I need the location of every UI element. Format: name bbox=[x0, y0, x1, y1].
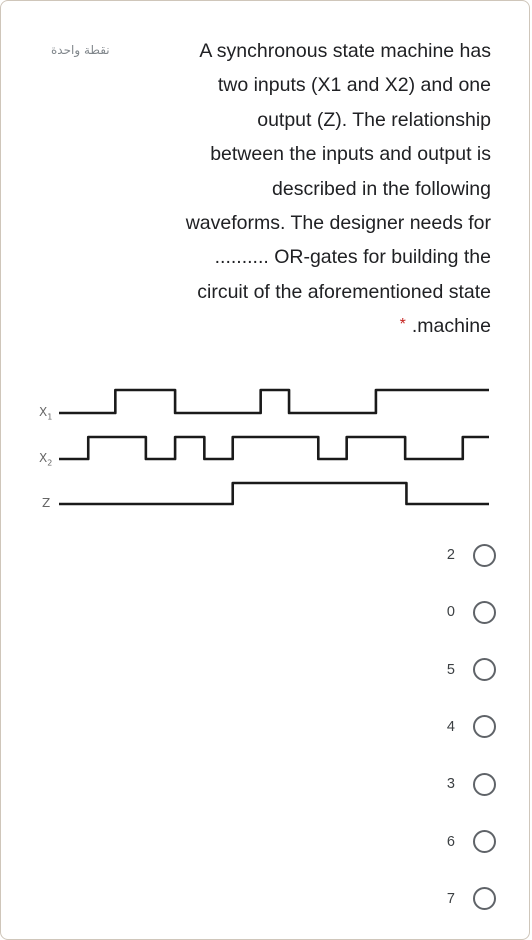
question-line: circuit of the aforementioned state bbox=[197, 280, 491, 303]
waveform-label-z: Z bbox=[42, 496, 50, 510]
required-asterisk: * bbox=[399, 316, 406, 334]
option-label: 0 bbox=[446, 604, 455, 621]
question-card: نقطة واحدة A synchronous state machine h… bbox=[0, 0, 530, 940]
question-line: between the inputs and output is bbox=[210, 143, 491, 166]
waveform-x1 bbox=[59, 388, 489, 415]
radio-button[interactable] bbox=[473, 658, 496, 682]
option-7[interactable]: 7 bbox=[445, 884, 496, 914]
radio-button[interactable] bbox=[473, 887, 496, 911]
question-line: .......... OR-gates for building the bbox=[214, 246, 491, 269]
radio-button[interactable] bbox=[473, 543, 496, 567]
signal-name: X bbox=[39, 405, 48, 419]
waveform-z bbox=[59, 481, 489, 506]
radio-button[interactable] bbox=[473, 772, 496, 796]
signal-subscript: 2 bbox=[47, 458, 53, 468]
option-3[interactable]: 3 bbox=[445, 769, 496, 799]
option-0[interactable]: 0 bbox=[445, 597, 496, 627]
question-last-line: * .machine bbox=[111, 309, 491, 345]
option-label: 3 bbox=[446, 776, 455, 793]
points-label: نقطة واحدة bbox=[51, 43, 110, 57]
question-line: .machine bbox=[411, 315, 491, 338]
option-label: 7 bbox=[446, 890, 455, 907]
option-label: 5 bbox=[446, 661, 455, 678]
option-label: 2 bbox=[446, 547, 455, 563]
option-label: 6 bbox=[446, 833, 455, 850]
radio-button[interactable] bbox=[473, 830, 496, 853]
radio-button[interactable] bbox=[473, 600, 496, 624]
option-4[interactable]: 4 bbox=[445, 712, 496, 742]
question-line: waveforms. The designer needs for bbox=[185, 212, 491, 235]
option-label: 4 bbox=[446, 718, 455, 735]
waveform-label-x2: X2 bbox=[39, 451, 52, 467]
option-2[interactable]: 2 bbox=[445, 540, 496, 570]
signal-name: X bbox=[39, 451, 48, 465]
option-5[interactable]: 5 bbox=[445, 655, 496, 685]
waveform-x2 bbox=[59, 435, 489, 461]
question-line: output (Z). The relationship bbox=[257, 108, 491, 131]
signal-name: Z bbox=[42, 496, 51, 510]
option-6[interactable]: 6 bbox=[445, 827, 496, 857]
question-line: described in the following bbox=[272, 177, 491, 200]
signal-subscript: 1 bbox=[47, 412, 53, 422]
question-text: A synchronous state machine has two inpu… bbox=[111, 34, 491, 346]
waveform-label-x1: X1 bbox=[39, 405, 52, 421]
question-line: A synchronous state machine has bbox=[199, 40, 491, 62]
radio-button[interactable] bbox=[473, 715, 496, 739]
question-line: two inputs (X1 and X2) and one bbox=[217, 74, 491, 97]
